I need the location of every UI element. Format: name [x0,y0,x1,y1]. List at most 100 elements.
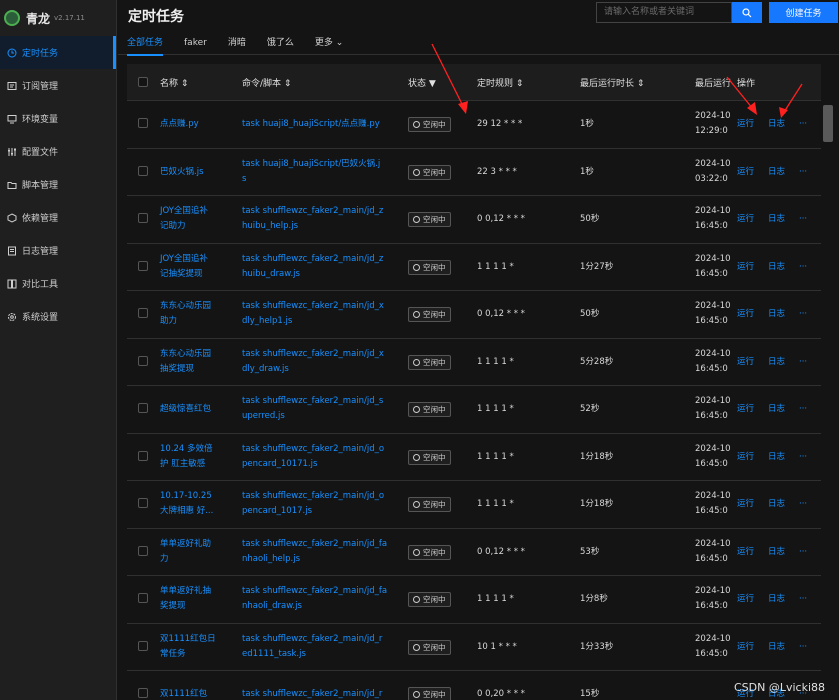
row-checkbox[interactable] [138,688,148,698]
col-duration[interactable]: 最后运行时长 ⇕ [580,76,644,89]
task-name[interactable]: 东东心动乐园 抽奖提现 [160,347,230,377]
run-button[interactable]: 运行 [737,450,754,465]
more-button[interactable]: ··· [799,592,807,607]
task-name[interactable]: 点点赚.py [160,117,230,132]
task-command[interactable]: task shufflewzc_faker2_main/jd_s uperred.… [242,394,392,424]
task-name[interactable]: JOY全国追补 记助力 [160,204,230,234]
row-checkbox[interactable] [138,118,148,128]
more-button[interactable]: ··· [799,402,807,417]
run-button[interactable]: 运行 [737,307,754,322]
sidebar-item-7[interactable]: 对比工具 [0,267,116,300]
row-checkbox[interactable] [138,498,148,508]
tab-all[interactable]: 全部任务 [127,31,164,56]
log-button[interactable]: 日志 [768,450,785,465]
col-command[interactable]: 命令/脚本 ⇕ [242,76,291,89]
task-command[interactable]: task shufflewzc_faker2_main/jd_r [242,687,392,700]
task-schedule: 1 1 1 1 * [477,499,514,509]
more-button[interactable]: ··· [799,450,807,465]
col-schedule[interactable]: 定时规则 ⇕ [477,76,523,89]
task-name[interactable]: JOY全国追补 记抽奖提现 [160,252,230,282]
sidebar-item-1[interactable]: 订阅管理 [0,69,116,102]
run-button[interactable]: 运行 [737,355,754,370]
log-button[interactable]: 日志 [768,545,785,560]
log-button[interactable]: 日志 [768,260,785,275]
sidebar-item-2[interactable]: 环境变量 [0,102,116,135]
log-button[interactable]: 日志 [768,402,785,417]
select-all-checkbox[interactable] [138,77,148,87]
more-button[interactable]: ··· [799,497,807,512]
task-name[interactable]: 巴奴火锅.js [160,165,230,180]
log-button[interactable]: 日志 [768,640,785,655]
app-logo[interactable]: 青龙 v2.17.11 [0,0,116,36]
task-command-line1: task huaji8_huajiScript/点点赚.py [242,119,380,129]
task-name[interactable]: 单单返好礼助力 [160,537,230,567]
run-button[interactable]: 运行 [737,545,754,560]
task-command[interactable]: task shufflewzc_faker2_main/jd_fa nhaoli_… [242,584,392,614]
task-command[interactable]: task huaji8_huajiScript/巴奴火锅.j s [242,157,392,187]
task-command[interactable]: task shufflewzc_faker2_main/jd_x dly_help… [242,299,392,329]
sidebar-item-8[interactable]: 系统设置 [0,300,116,333]
task-name-line2: 力 [160,553,169,564]
more-button[interactable]: ··· [799,640,807,655]
tab-faker[interactable]: faker [184,31,207,55]
run-button[interactable]: 运行 [737,165,754,180]
search-button[interactable] [732,2,762,23]
run-button[interactable]: 运行 [737,592,754,607]
sidebar-item-3[interactable]: 配置文件 [0,135,116,168]
task-command[interactable]: task shufflewzc_faker2_main/jd_z huibu_he… [242,204,392,234]
tab-eleme[interactable]: 饿了么 [267,31,294,55]
tab-xiaoan[interactable]: 消暗 [228,31,246,55]
log-button[interactable]: 日志 [768,165,785,180]
last-run-time: 16:45:0 [695,363,728,374]
task-command[interactable]: task shufflewzc_faker2_main/jd_r ed1111_t… [242,632,392,662]
more-button[interactable]: ··· [799,355,807,370]
log-button[interactable]: 日志 [768,355,785,370]
row-checkbox[interactable] [138,213,148,223]
row-checkbox[interactable] [138,260,148,271]
log-button[interactable]: 日志 [768,307,785,322]
row-checkbox[interactable] [138,545,148,556]
more-button[interactable]: ··· [799,165,807,180]
row-checkbox[interactable] [138,450,148,461]
log-button[interactable]: 日志 [768,497,785,512]
task-command[interactable]: task shufflewzc_faker2_main/jd_fa nhaoli_… [242,537,392,567]
create-task-button[interactable]: 创建任务 [769,2,838,23]
run-button[interactable]: 运行 [737,260,754,275]
run-button[interactable]: 运行 [737,402,754,417]
search-input[interactable]: 请输入名称或者关键词 [596,2,732,23]
scrollbar-thumb[interactable] [823,105,833,142]
sidebar-item-4[interactable]: 脚本管理 [0,168,116,201]
more-button[interactable]: ··· [799,260,807,275]
log-button[interactable]: 日志 [768,212,785,227]
task-command[interactable]: task shufflewzc_faker2_main/jd_o pencard_… [242,442,392,472]
run-button[interactable]: 运行 [737,497,754,512]
run-button[interactable]: 运行 [737,640,754,655]
task-name[interactable]: 双1111红包日 常任务 [160,632,230,662]
sidebar-item-0[interactable]: 定时任务 [0,36,116,69]
sidebar-item-5[interactable]: 依赖管理 [0,201,116,234]
task-name[interactable]: 10.17-10.25 大牌相惠 好... [160,489,230,519]
row-checkbox[interactable] [138,165,148,176]
task-name[interactable]: 单单返好礼抽 奖提现 [160,584,230,614]
more-button[interactable]: ··· [799,307,807,322]
task-command[interactable]: task shufflewzc_faker2_main/jd_o pencard_… [242,489,392,519]
task-command[interactable]: task huaji8_huajiScript/点点赚.py [242,117,392,132]
row-checkbox[interactable] [138,403,148,413]
task-name[interactable]: 10.24 多效倍护 肛主敏感 [160,442,230,472]
task-command[interactable]: task shufflewzc_faker2_main/jd_z huibu_dr… [242,252,392,282]
task-name[interactable]: 超级惊喜红包 [160,402,230,417]
task-name[interactable]: 东东心动乐园 助力 [160,299,230,329]
row-checkbox[interactable] [138,640,148,651]
col-name[interactable]: 名称 ⇕ [160,76,188,89]
log-button[interactable]: 日志 [768,592,785,607]
row-checkbox[interactable] [138,308,148,318]
row-checkbox[interactable] [138,593,148,603]
row-checkbox[interactable] [138,355,148,366]
run-button[interactable]: 运行 [737,212,754,227]
task-command[interactable]: task shufflewzc_faker2_main/jd_x dly_draw… [242,347,392,377]
more-button[interactable]: ··· [799,545,807,560]
task-name[interactable]: 双1111红包 [160,687,230,700]
sidebar-item-6[interactable]: 日志管理 [0,234,116,267]
more-button[interactable]: ··· [799,212,807,227]
tab-more[interactable]: 更多 ⌄ [315,31,343,55]
